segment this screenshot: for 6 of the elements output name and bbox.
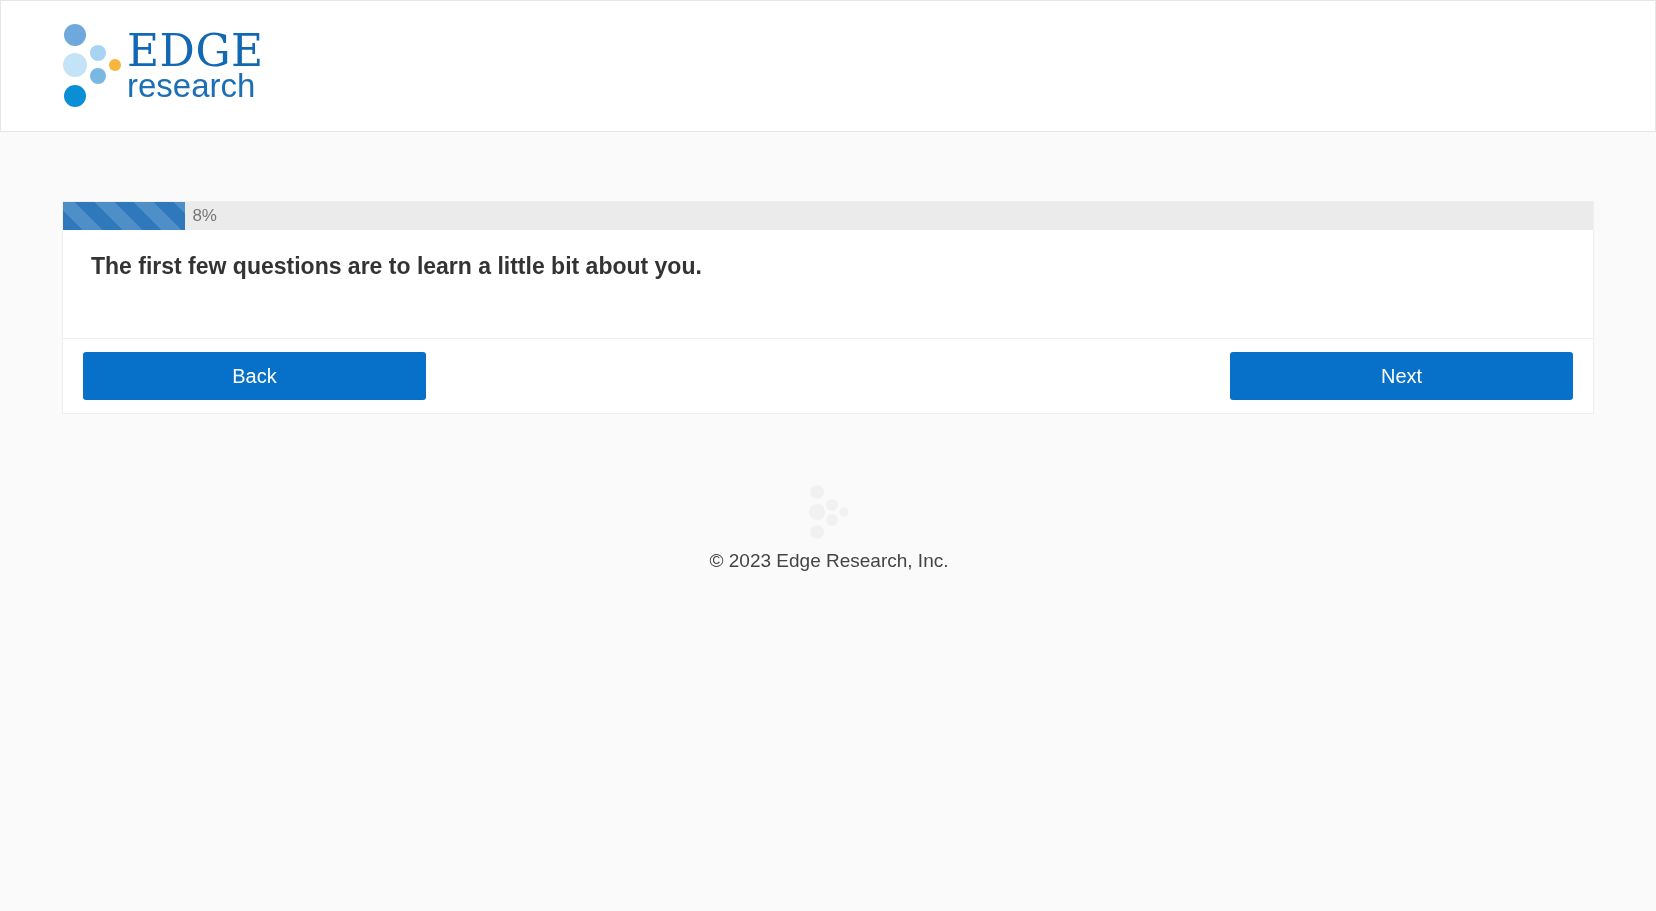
next-button[interactable]: Next — [1230, 352, 1573, 400]
progress-percent: 8% — [191, 206, 217, 226]
copyright-text: © 2023 Edge Research, Inc. — [709, 550, 949, 572]
dots-logo-icon — [63, 23, 121, 107]
back-button[interactable]: Back — [83, 352, 426, 400]
question-text: The first few questions are to learn a little bit about you. — [63, 230, 1593, 339]
